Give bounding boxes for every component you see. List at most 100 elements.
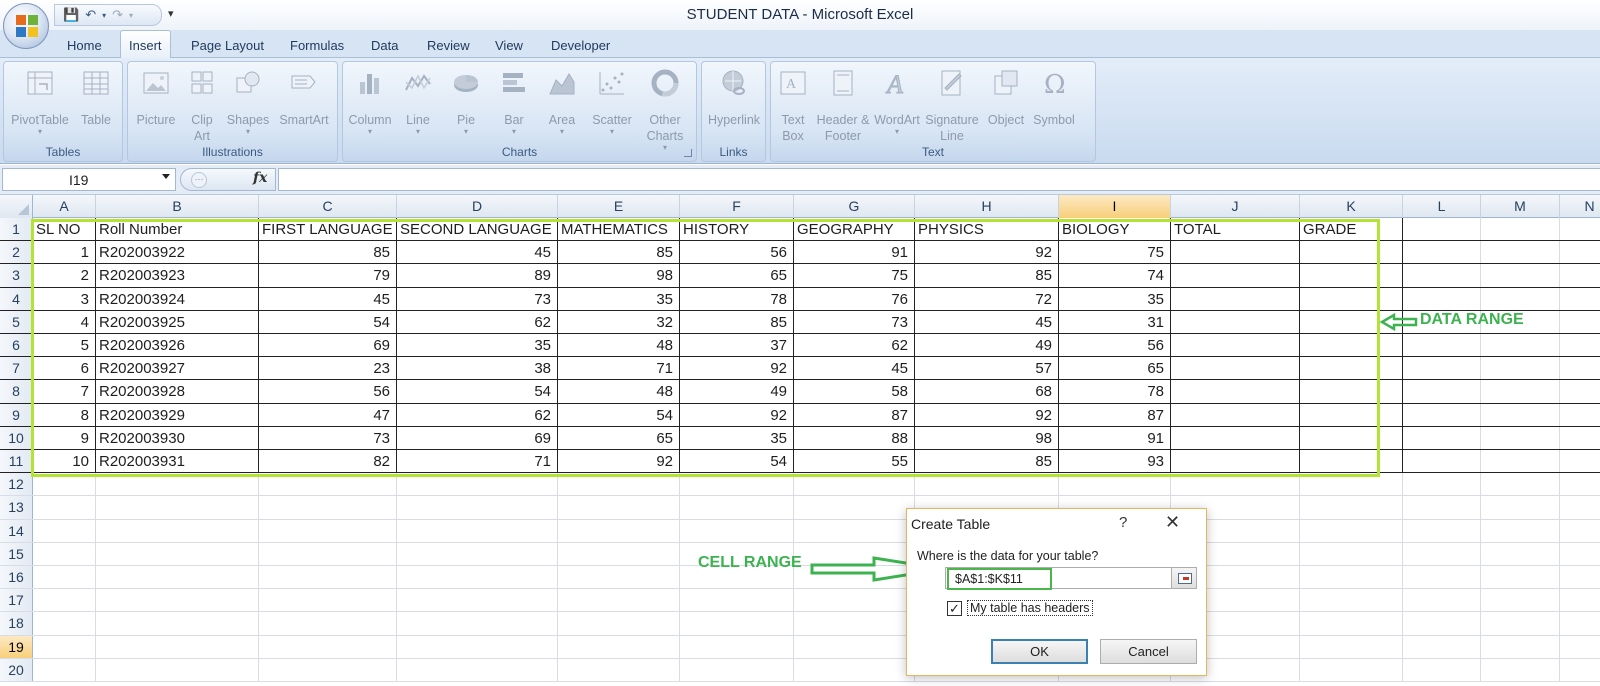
cell-l1[interactable] (1403, 218, 1481, 241)
cell-k3[interactable] (1300, 264, 1403, 287)
cell-c7[interactable]: 23 (259, 357, 397, 380)
cell-e10[interactable]: 65 (558, 426, 680, 449)
row-header[interactable]: 12 (0, 473, 33, 496)
cell-d15[interactable] (397, 542, 558, 565)
cell-d3[interactable]: 89 (397, 264, 558, 287)
cell-j10[interactable] (1171, 426, 1300, 449)
cell-a19[interactable] (33, 635, 96, 658)
cell-a12[interactable] (33, 473, 96, 496)
cell-b8[interactable]: R202003928 (96, 380, 259, 403)
signature-line-button[interactable]: Signature Line (923, 68, 981, 144)
cell-e20[interactable] (558, 658, 680, 681)
cell-c16[interactable] (259, 566, 397, 589)
cell-g5[interactable]: 73 (794, 310, 915, 333)
row-header[interactable]: 5 (0, 310, 33, 333)
cell-k15[interactable] (1300, 542, 1403, 565)
cell-k17[interactable] (1300, 589, 1403, 612)
cell-m14[interactable] (1481, 519, 1560, 542)
formula-input[interactable] (278, 168, 1600, 191)
cell-h5[interactable]: 45 (915, 310, 1059, 333)
cell-f5[interactable]: 85 (680, 310, 794, 333)
cell-k13[interactable] (1300, 496, 1403, 519)
row-header[interactable]: 9 (0, 403, 33, 426)
cell-b7[interactable]: R202003927 (96, 357, 259, 380)
cell-b14[interactable] (96, 519, 259, 542)
cell-d19[interactable] (397, 635, 558, 658)
line-chart-button[interactable]: Line ▾ (395, 68, 441, 136)
cell-a9[interactable]: 8 (33, 403, 96, 426)
column-header-l[interactable]: L (1403, 195, 1481, 218)
cell-d8[interactable]: 54 (397, 380, 558, 403)
cell-g1[interactable]: GEOGRAPHY (794, 218, 915, 241)
cell-d1[interactable]: SECOND LANGUAGE (397, 218, 558, 241)
cell-l4[interactable] (1403, 287, 1481, 310)
table-button[interactable]: Table (74, 68, 118, 128)
office-button[interactable] (3, 3, 49, 49)
cell-m6[interactable] (1481, 334, 1560, 357)
cell-a1[interactable]: SL NO (33, 218, 96, 241)
cell-k16[interactable] (1300, 566, 1403, 589)
cell-c8[interactable]: 56 (259, 380, 397, 403)
cell-f20[interactable] (680, 658, 794, 681)
cell-f9[interactable]: 92 (680, 403, 794, 426)
cell-k19[interactable] (1300, 635, 1403, 658)
cell-f1[interactable]: HISTORY (680, 218, 794, 241)
cell-i2[interactable]: 75 (1059, 241, 1171, 264)
cell-e5[interactable]: 32 (558, 310, 680, 333)
cell-c19[interactable] (259, 635, 397, 658)
row-header[interactable]: 18 (0, 612, 33, 635)
cell-k9[interactable] (1300, 403, 1403, 426)
tab-data[interactable]: Data (371, 38, 398, 53)
cell-k2[interactable] (1300, 241, 1403, 264)
column-header-g[interactable]: G (794, 195, 915, 218)
column-header-e[interactable]: E (558, 195, 680, 218)
cell-g10[interactable]: 88 (794, 426, 915, 449)
cell-l19[interactable] (1403, 635, 1481, 658)
cell-i8[interactable]: 78 (1059, 380, 1171, 403)
cell-k7[interactable] (1300, 357, 1403, 380)
cell-g4[interactable]: 76 (794, 287, 915, 310)
cell-j9[interactable] (1171, 403, 1300, 426)
cell-l10[interactable] (1403, 426, 1481, 449)
cell-e18[interactable] (558, 612, 680, 635)
cell-a3[interactable]: 2 (33, 264, 96, 287)
cell-h3[interactable]: 85 (915, 264, 1059, 287)
cell-h8[interactable]: 68 (915, 380, 1059, 403)
cell-i5[interactable]: 31 (1059, 310, 1171, 333)
insert-function-icon[interactable]: fx (253, 170, 267, 186)
cell-a20[interactable] (33, 658, 96, 681)
cell-a8[interactable]: 7 (33, 380, 96, 403)
cell-k12[interactable] (1300, 473, 1403, 496)
cell-b1[interactable]: Roll Number (96, 218, 259, 241)
cell-m16[interactable] (1481, 566, 1560, 589)
tab-formulas[interactable]: Formulas (290, 38, 344, 53)
cell-b6[interactable]: R202003926 (96, 334, 259, 357)
name-box-dropdown-icon[interactable] (162, 174, 170, 179)
cell-d18[interactable] (397, 612, 558, 635)
cell-c3[interactable]: 79 (259, 264, 397, 287)
cell-d9[interactable]: 62 (397, 403, 558, 426)
cell-l3[interactable] (1403, 264, 1481, 287)
cell-a10[interactable]: 9 (33, 426, 96, 449)
cell-n18[interactable] (1560, 612, 1600, 634)
cell-e16[interactable] (558, 566, 680, 589)
cell-m19[interactable] (1481, 635, 1560, 658)
row-header[interactable]: 17 (0, 589, 33, 612)
cell-m8[interactable] (1481, 380, 1560, 403)
cell-c18[interactable] (259, 612, 397, 635)
collapse-dialog-button[interactable] (1171, 567, 1197, 589)
row-header[interactable]: 19 (0, 635, 33, 658)
cell-a18[interactable] (33, 612, 96, 635)
cell-g9[interactable]: 87 (794, 403, 915, 426)
cell-n17[interactable] (1560, 589, 1600, 611)
cell-d12[interactable] (397, 473, 558, 496)
hyperlink-button[interactable]: Hyperlink (704, 68, 764, 128)
column-header-c[interactable]: C (259, 195, 397, 218)
header-footer-button[interactable]: Header & Footer (815, 68, 871, 144)
cell-n7[interactable] (1560, 357, 1600, 379)
cell-b2[interactable]: R202003922 (96, 241, 259, 264)
name-box[interactable]: I19 (2, 168, 176, 191)
cell-h2[interactable]: 92 (915, 241, 1059, 264)
cell-g14[interactable] (794, 519, 915, 542)
cell-c20[interactable] (259, 658, 397, 681)
